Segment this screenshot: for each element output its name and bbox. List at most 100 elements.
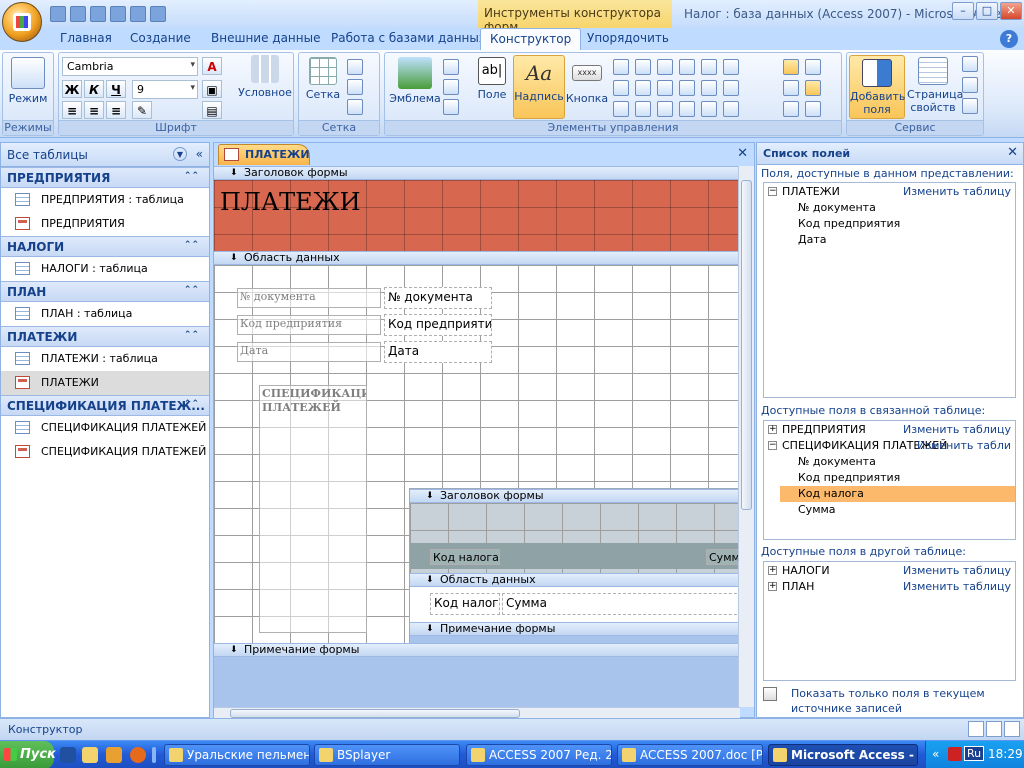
show-source-only-icon[interactable]	[763, 687, 777, 701]
quicklaunch-icon-1[interactable]	[60, 747, 76, 763]
tray-expand-icon[interactable]: «	[932, 747, 939, 761]
nav-group-header[interactable]: НАЛОГИ ⌃⌃	[1, 236, 209, 257]
field-list-table-other[interactable]: + ПЛАН Изменить таблицу	[764, 579, 1015, 595]
date-time-icon[interactable]	[443, 99, 459, 115]
rectangle-icon[interactable]	[635, 80, 651, 96]
combo-box-icon[interactable]	[723, 59, 739, 75]
subform-field-amount[interactable]: Сумма	[502, 593, 740, 615]
list-box-icon[interactable]	[613, 80, 629, 96]
undo-icon[interactable]	[70, 6, 86, 22]
title-icon[interactable]	[443, 59, 459, 75]
field-list-table-payment-spec[interactable]: − СПЕЦИФИКАЦИЯ ПЛАТЕЖЕЙ Изменить табли	[764, 438, 1015, 454]
doc-close-icon[interactable]: ✕	[737, 146, 748, 161]
nav-item[interactable]: ПРЕДПРИЯТИЯ : таблица	[1, 188, 209, 212]
field-list-table-other[interactable]: + НАЛОГИ Изменить таблицу	[764, 563, 1015, 579]
line-thickness-control-icon[interactable]	[783, 59, 799, 75]
checkbox-icon[interactable]	[657, 80, 673, 96]
label-doc-number[interactable]: № документа	[237, 288, 381, 308]
browser-icon[interactable]	[130, 747, 146, 763]
option-group-icon[interactable]	[657, 59, 673, 75]
close-button[interactable]: ✕	[1000, 2, 1022, 20]
collapse-icon[interactable]: −	[768, 441, 777, 450]
tab-home[interactable]: Главная	[60, 31, 112, 45]
language-indicator[interactable]: Ru	[964, 746, 985, 761]
add-fields-button[interactable]: Добавить поля	[849, 55, 905, 119]
layout-view-button[interactable]	[986, 721, 1002, 737]
collapse-icon[interactable]: −	[768, 187, 777, 196]
quicklaunch-icon-2[interactable]	[82, 747, 98, 763]
nav-item[interactable]: ПЛАТЕЖИ	[1, 371, 209, 395]
collapse-group-icon[interactable]: ⌃⌃	[184, 399, 199, 409]
subform-detail-section[interactable]: Код налог Сумма	[410, 587, 740, 622]
page-break-icon[interactable]	[679, 59, 695, 75]
format-painter-icon[interactable]: ✎	[132, 101, 152, 119]
field-list-field[interactable]: № документа	[764, 454, 1015, 470]
page-number-icon[interactable]	[443, 79, 459, 95]
expand-icon[interactable]: +	[768, 425, 777, 434]
edit-table-link[interactable]: Изменить таблицу	[903, 423, 1011, 436]
nav-item[interactable]: ПРЕДПРИЯТИЯ	[1, 212, 209, 236]
attachment-icon[interactable]	[701, 101, 717, 117]
view-code-icon[interactable]	[962, 77, 978, 93]
label-company-code[interactable]: Код предприятия	[237, 315, 381, 335]
edit-table-link[interactable]: Изменить таблицу	[903, 564, 1011, 577]
edit-table-link[interactable]: Изменить таблицу	[903, 185, 1011, 198]
tab-design[interactable]: Конструктор	[480, 28, 582, 51]
taskbar-item-4[interactable]: ACCESS 2007.doc [Ре...	[617, 744, 763, 766]
nav-group-header[interactable]: ПРЕДПРИЯТИЯ ⌃⌃	[1, 167, 209, 188]
nav-collapse-icon[interactable]: «	[196, 147, 203, 161]
design-canvas[interactable]: Заголовок формы ПЛАТЕЖИ Область данных №…	[214, 166, 740, 707]
view-button[interactable]: Режим	[7, 57, 49, 105]
collapse-group-icon[interactable]: ⌃⌃	[184, 330, 199, 340]
font-name-select[interactable]: Cambria	[62, 57, 198, 76]
subform-header-section[interactable]: Код налога Сумм	[410, 503, 740, 573]
subform-label[interactable]: СПЕЦИФИКАЦИЯ ПЛАТЕЖЕЙ	[259, 385, 367, 633]
conditional-format-button[interactable]: Условное	[237, 55, 293, 99]
save-icon[interactable]	[50, 6, 66, 22]
field-list-field[interactable]: № документа	[764, 200, 1015, 216]
section-bar-footer[interactable]: Примечание формы	[214, 643, 740, 657]
subform-col-label-tax-code[interactable]: Код налога	[430, 549, 500, 565]
start-button[interactable]: Пуск	[0, 741, 56, 768]
align-right-icon[interactable]: ≡	[106, 101, 126, 119]
hyperlink-icon[interactable]	[657, 101, 673, 117]
subform-section-bar-header[interactable]: Заголовок формы	[410, 489, 740, 503]
vertical-scrollbar[interactable]	[738, 166, 754, 707]
field-list-field[interactable]: Код налога	[780, 486, 1015, 502]
help-icon[interactable]: ?	[1000, 30, 1018, 48]
vertical-scroll-thumb[interactable]	[741, 180, 752, 510]
nav-item[interactable]: ПЛАН : таблица	[1, 302, 209, 326]
line-type-control-icon[interactable]	[783, 80, 799, 96]
open-icon[interactable]	[110, 6, 126, 22]
unbound-object-icon[interactable]	[723, 80, 739, 96]
field-date[interactable]: Дата	[384, 341, 492, 363]
expand-icon[interactable]: +	[768, 582, 777, 591]
textbox-button[interactable]: ab| Поле	[471, 57, 513, 101]
nav-header[interactable]: Все таблицы ▼ «	[1, 143, 209, 167]
maximize-button[interactable]: □	[976, 2, 998, 20]
taskbar-item-3[interactable]: ACCESS 2007 Ред. 2012	[466, 744, 612, 766]
section-bar-detail[interactable]: Область данных	[214, 251, 740, 265]
line-color-icon[interactable]: ▤	[202, 101, 222, 119]
align-left-icon[interactable]: ≡	[62, 101, 82, 119]
tab-control-icon[interactable]	[613, 59, 629, 75]
tab-create[interactable]: Создание	[130, 31, 191, 45]
office-button[interactable]	[2, 2, 42, 42]
doc-tab-payments[interactable]: ПЛАТЕЖИ	[218, 144, 310, 165]
taskbar-item-2[interactable]: BSplayer	[314, 744, 460, 766]
minimize-button[interactable]: –	[952, 2, 974, 20]
nav-group-header[interactable]: СПЕЦИФИКАЦИЯ ПЛАТЕЖ... ⌃⌃	[1, 395, 209, 416]
font-color-icon[interactable]: A	[202, 57, 222, 75]
align-center-icon[interactable]: ≡	[84, 101, 104, 119]
footer-section[interactable]	[214, 657, 740, 707]
nav-dropdown-icon[interactable]: ▼	[173, 147, 187, 161]
quicklaunch-more-icon[interactable]	[152, 747, 156, 763]
edit-table-link[interactable]: Изменить табли	[917, 439, 1011, 452]
collapse-group-icon[interactable]: ⌃⌃	[184, 240, 199, 250]
nav-group-header[interactable]: ПЛАТЕЖИ ⌃⌃	[1, 326, 209, 347]
line-color-pen-icon[interactable]	[347, 99, 363, 115]
nav-group-header[interactable]: ПЛАН ⌃⌃	[1, 281, 209, 302]
tab-external-data[interactable]: Внешние данные	[211, 31, 320, 45]
convert-macros-icon[interactable]	[962, 98, 978, 114]
label-button[interactable]: Aa Надпись	[513, 55, 565, 119]
